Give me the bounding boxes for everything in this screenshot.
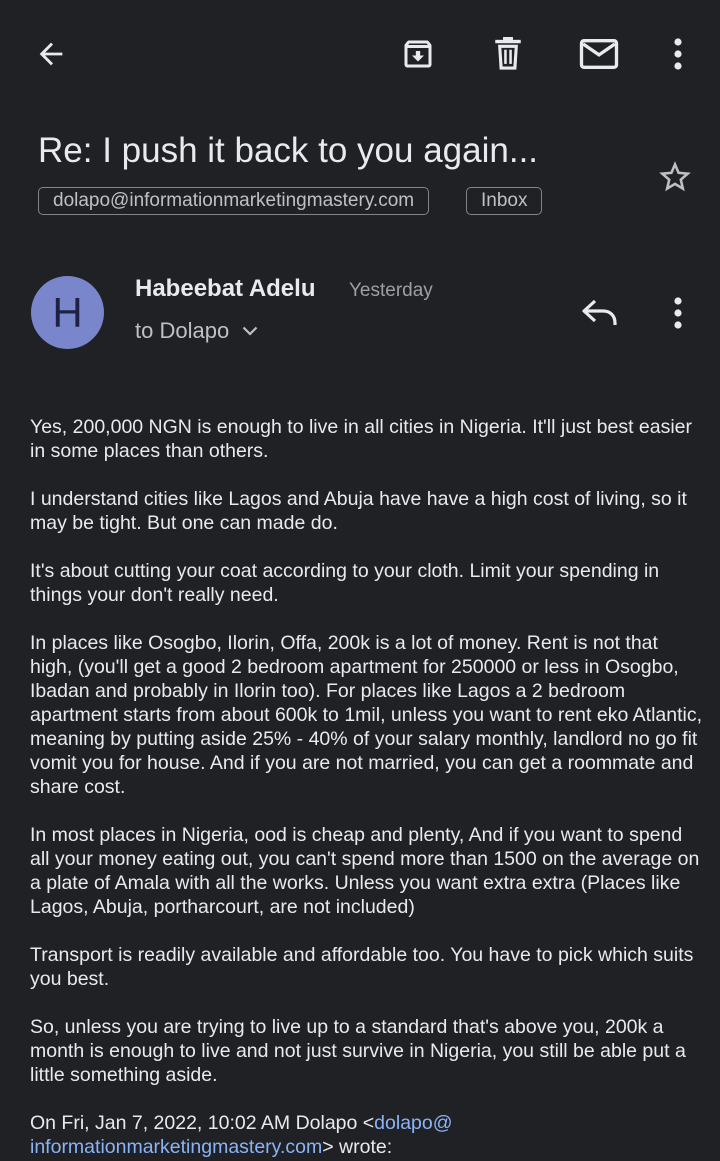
quoted-header: On Fri, Jan 7, 2022, 10:02 AM Dolapo <do… (30, 1111, 705, 1159)
message-more-button[interactable] (654, 290, 702, 336)
quote-prefix: On Fri, Jan 7, 2022, 10:02 AM Dolapo < (30, 1112, 375, 1134)
message-body: Yes, 200,000 NGN is enough to live in al… (30, 415, 705, 1159)
message-timestamp: Yesterday (349, 280, 433, 301)
mark-unread-button[interactable] (575, 30, 623, 78)
email-subject: Re: I push it back to you again... (38, 131, 539, 170)
envelope-icon (579, 39, 619, 69)
chevron-down-icon (242, 326, 258, 336)
star-button[interactable] (652, 154, 698, 200)
back-button[interactable] (27, 30, 75, 78)
body-paragraph: It's about cutting your coat according t… (30, 560, 660, 606)
reply-icon (582, 299, 617, 325)
body-paragraph: In most places in Nigeria, ood is cheap … (30, 824, 700, 918)
more-vertical-icon (674, 297, 682, 329)
body-paragraph: So, unless you are trying to live up to … (30, 1016, 686, 1086)
delete-button[interactable] (484, 30, 532, 78)
avatar[interactable]: H (31, 276, 104, 349)
label-chip-inbox[interactable]: Inbox (466, 187, 543, 215)
more-vertical-icon (674, 38, 682, 70)
label-chip-address[interactable]: dolapo@informationmarketingmastery.com (38, 187, 430, 215)
body-paragraph: Yes, 200,000 NGN is enough to live in al… (30, 416, 693, 462)
recipient-label: to Dolapo (135, 318, 230, 343)
trash-icon (495, 37, 521, 70)
body-paragraph: I understand cities like Lagos and Abuja… (30, 488, 687, 534)
sender-name: Habeebat Adelu (135, 275, 316, 302)
reply-button[interactable] (576, 290, 624, 336)
quote-suffix: > wrote: (322, 1136, 393, 1158)
arrow-left-icon (39, 42, 63, 66)
archive-icon (404, 40, 432, 68)
body-paragraph: In places like Osogbo, Ilorin, Offa, 200… (30, 632, 703, 798)
more-options-button[interactable] (654, 30, 702, 78)
star-outline-icon (659, 161, 691, 192)
body-paragraph: Transport is readily available and affor… (30, 944, 694, 990)
recipient-details-toggle[interactable]: to Dolapo (135, 316, 258, 346)
archive-button[interactable] (394, 30, 442, 78)
top-app-bar (0, 0, 720, 108)
